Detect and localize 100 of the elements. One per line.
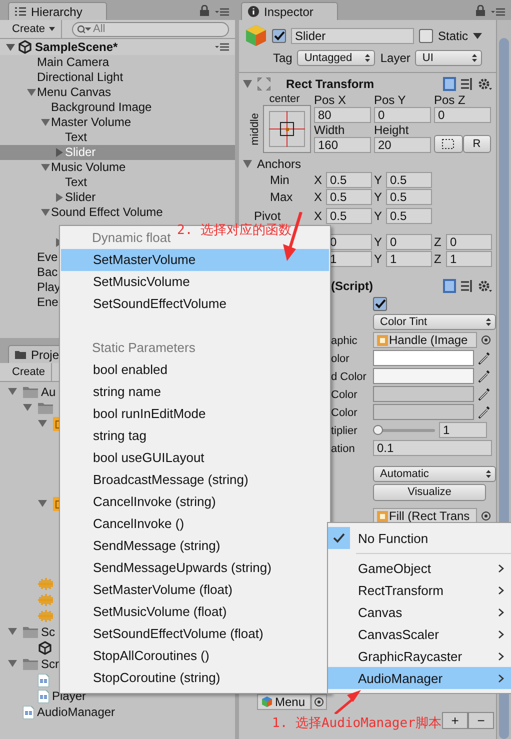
number-field[interactable]: 0 — [446, 234, 492, 250]
menu-item[interactable]: CanvasScaler — [328, 623, 511, 645]
number-field[interactable]: 1 — [439, 422, 487, 438]
menu-icon[interactable] — [491, 8, 505, 16]
sliders-icon[interactable] — [461, 280, 473, 292]
create-dropdown[interactable]: Create — [6, 363, 52, 381]
number-field[interactable]: 1 — [386, 250, 432, 266]
tree-item[interactable]: Text — [0, 130, 88, 145]
tree-arrow-icon[interactable] — [8, 627, 17, 636]
script-icon[interactable] — [38, 690, 49, 702]
create-dropdown[interactable]: Create — [6, 20, 62, 38]
menu-item[interactable]: GraphicRaycaster — [328, 645, 511, 667]
blueprint-button[interactable] — [434, 135, 462, 153]
number-field[interactable]: 0.5 — [386, 172, 432, 188]
number-field[interactable]: 0.1 — [373, 440, 492, 456]
active-checkbox[interactable] — [272, 29, 286, 43]
menu-item[interactable]: Canvas — [328, 601, 511, 623]
menu-item[interactable]: SendMessageUpwards (string) — [61, 557, 329, 579]
raw-edit-button[interactable]: R — [462, 135, 491, 153]
layer-dropdown[interactable]: UI — [415, 50, 482, 66]
number-field[interactable]: 0.5 — [326, 208, 372, 224]
collapse-arrow-icon[interactable] — [243, 80, 252, 88]
color-field[interactable] — [373, 404, 474, 420]
caret-icon[interactable] — [473, 33, 482, 39]
static-checkbox[interactable] — [419, 29, 433, 43]
tag-dropdown[interactable]: Untagged — [297, 50, 376, 66]
expand-arrow-icon[interactable] — [243, 160, 252, 168]
menu-item[interactable]: StopCoroutine (string) — [61, 667, 329, 689]
tree-item[interactable]: Play — [0, 280, 60, 295]
number-field[interactable]: 0 — [386, 234, 432, 250]
object-field[interactable]: Handle (Image — [373, 332, 477, 348]
menu-item[interactable]: CancelInvoke () — [61, 513, 329, 535]
menu-item[interactable]: CancelInvoke (string) — [61, 491, 329, 513]
number-field[interactable]: 0.5 — [386, 208, 432, 224]
gear-icon[interactable] — [478, 280, 492, 292]
slider[interactable] — [373, 425, 435, 435]
menu-item[interactable]: No Function — [328, 527, 511, 549]
menu-item[interactable]: SetSoundEffectVolume — [61, 293, 329, 315]
menu-item[interactable]: GameObject — [328, 557, 511, 579]
slider-thumb[interactable] — [373, 425, 383, 435]
lock-icon[interactable] — [476, 5, 485, 16]
tree-item[interactable]: Main Camera — [0, 55, 110, 70]
number-field[interactable]: 0.5 — [326, 188, 372, 204]
color-field[interactable] — [373, 386, 474, 402]
lock-icon[interactable] — [200, 5, 209, 16]
asset-name[interactable]: AudioManager — [37, 705, 116, 719]
color-field[interactable] — [373, 350, 474, 366]
menu-icon[interactable] — [215, 8, 229, 16]
remove-button[interactable]: − — [468, 712, 494, 729]
tree-arrow-icon[interactable] — [41, 118, 50, 127]
tree-arrow-icon[interactable] — [38, 419, 47, 428]
add-button[interactable]: + — [442, 712, 468, 729]
expand-arrow-icon[interactable] — [6, 44, 15, 50]
inspector-tab[interactable]: Inspector — [241, 2, 338, 20]
asset-name[interactable]: Scr — [41, 657, 59, 671]
menu-item[interactable]: StopAllCoroutines () — [61, 645, 329, 667]
tree-item[interactable]: Background Image — [0, 100, 152, 115]
checkbox[interactable] — [373, 297, 387, 311]
dropdown[interactable]: Color Tint — [373, 314, 496, 330]
eyedropper-icon[interactable] — [478, 351, 491, 365]
target-icon[interactable] — [481, 511, 491, 521]
anchor-preset-button[interactable] — [262, 105, 310, 153]
dropdown[interactable]: Automatic — [373, 466, 496, 482]
menu-item[interactable]: SetMusicVolume (float) — [61, 601, 329, 623]
tree-item[interactable]: Sound Effect Volume — [0, 205, 163, 220]
object-field[interactable]: Menu — [257, 694, 311, 710]
menu-item[interactable]: SetMasterVolume — [61, 249, 329, 271]
tree-item[interactable]: Text — [0, 175, 88, 190]
folder-icon[interactable] — [23, 386, 38, 398]
tree-item[interactable]: Directional Light — [0, 70, 124, 85]
number-field[interactable]: 20 — [374, 137, 431, 153]
tree-arrow-icon[interactable] — [27, 88, 36, 97]
tree-item[interactable]: Ene — [0, 295, 58, 310]
menu-item[interactable]: string tag — [61, 425, 329, 447]
number-field[interactable]: 160 — [314, 137, 371, 153]
tree-item[interactable]: Menu Canvas — [0, 85, 112, 100]
hierarchy-tab[interactable]: Hierarchy — [8, 2, 108, 20]
number-field[interactable]: 0 — [374, 107, 431, 123]
tree-item[interactable]: Master Volume — [0, 115, 132, 130]
eyedropper-icon[interactable] — [478, 387, 491, 401]
eyedropper-icon[interactable] — [478, 369, 491, 383]
script-icon[interactable] — [38, 674, 49, 686]
menu-item[interactable]: SetMasterVolume (float) — [61, 579, 329, 601]
tree-arrow-icon[interactable] — [55, 148, 64, 157]
asset-name[interactable]: Au — [41, 385, 56, 399]
script-icon[interactable] — [23, 706, 34, 718]
tree-arrow-icon[interactable] — [41, 208, 50, 217]
visualize-button[interactable]: Visualize — [373, 484, 486, 500]
menu-item[interactable]: BroadcastMessage (string) — [61, 469, 329, 491]
tree-item[interactable]: Eve — [0, 250, 58, 265]
menu-item[interactable]: bool runInEditMode — [61, 403, 329, 425]
eyedropper-icon[interactable] — [478, 405, 491, 419]
tree-item[interactable]: Slider — [0, 190, 96, 205]
menu-item[interactable]: SetMusicVolume — [61, 271, 329, 293]
color-field[interactable] — [373, 368, 474, 384]
number-field[interactable]: 0.5 — [326, 172, 372, 188]
gear-icon[interactable] — [478, 78, 492, 90]
menu-icon[interactable] — [215, 43, 229, 51]
menu-item[interactable]: string name — [61, 381, 329, 403]
target-icon[interactable] — [481, 335, 491, 345]
